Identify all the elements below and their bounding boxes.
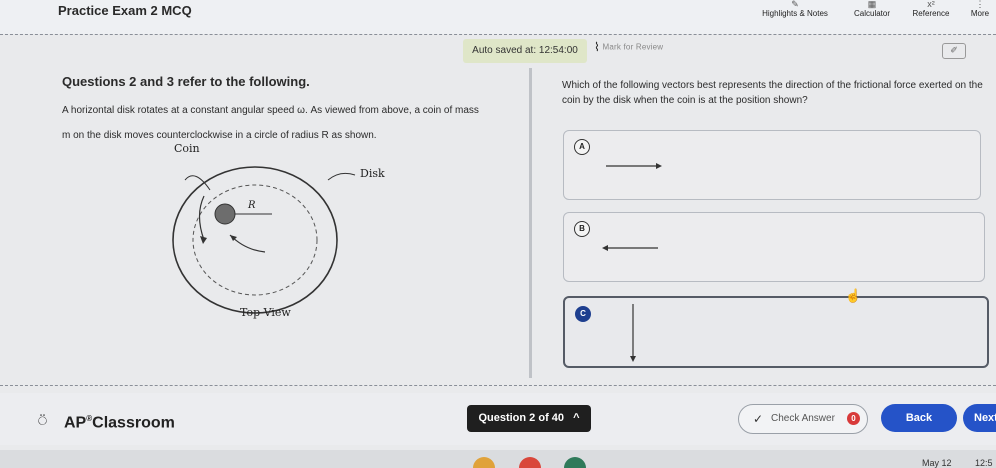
chevron-up-icon: ^	[573, 412, 580, 424]
highlighter-icon: ✎	[791, 0, 799, 9]
taskbar-date: May 12	[922, 458, 952, 468]
calculator-icon: ▦	[867, 0, 877, 9]
stimulus-heading: Questions 2 and 3 refer to the following…	[62, 74, 310, 89]
back-button[interactable]: Back	[881, 404, 957, 432]
arrow-down-icon	[630, 304, 636, 362]
reference-button[interactable]: x² Reference	[908, 0, 954, 18]
exam-header: Practice Exam 2 MCQ ✎ Highlights & Notes…	[0, 0, 996, 34]
ap-classroom-brand: AP®Classroom	[64, 414, 175, 432]
radius-label: R	[248, 200, 256, 211]
highlights-notes-button[interactable]: ✎ Highlights & Notes	[758, 0, 832, 18]
more-button[interactable]: ⋮ More	[968, 0, 992, 18]
autosave-badge: Auto saved at: 12:54:00	[463, 39, 587, 63]
question-prompt: Which of the following vectors best repr…	[562, 80, 983, 106]
bookmark-icon: ⌇	[594, 40, 601, 54]
disk-figure: Coin Disk R Top View	[160, 140, 400, 330]
annotate-icon[interactable]: ✐	[942, 43, 966, 59]
coin-label: Coin	[174, 142, 200, 155]
check-count-badge: 0	[847, 412, 860, 425]
calculator-button[interactable]: ▦ Calculator	[850, 0, 894, 18]
answer-choice-b[interactable]: B	[563, 212, 985, 282]
header-divider	[0, 34, 996, 35]
check-answer-button[interactable]: ✓ Check Answer 0	[738, 404, 868, 434]
more-icon: ⋮	[975, 0, 985, 9]
next-button[interactable]: Next	[963, 404, 996, 432]
choice-letter-c: C	[575, 306, 591, 322]
checkmark-icon: ✓	[753, 412, 764, 426]
answer-choice-a[interactable]: A	[563, 130, 981, 200]
answer-choice-c[interactable]: C	[563, 296, 989, 368]
footer-divider	[0, 385, 996, 386]
choice-letter-b: B	[574, 221, 590, 237]
disk-label: Disk	[360, 167, 385, 180]
taskbar-time: 12:5	[975, 458, 993, 468]
hand-cursor-icon: ☝	[845, 288, 862, 303]
question-nav-button[interactable]: Question 2 of 40 ^	[467, 405, 591, 432]
mark-for-review[interactable]: ⌇ Mark for Review	[594, 40, 663, 54]
arrow-right-icon	[606, 163, 662, 169]
figure-caption: Top View	[240, 306, 291, 319]
exam-title: Practice Exam 2 MCQ	[58, 3, 192, 18]
ap-logo-icon: ⍥	[38, 413, 48, 430]
reference-icon: x²	[927, 0, 935, 9]
pane-divider[interactable]	[529, 68, 532, 378]
arrow-left-icon	[602, 245, 658, 251]
choice-letter-a: A	[574, 139, 590, 155]
os-taskbar	[0, 450, 996, 468]
